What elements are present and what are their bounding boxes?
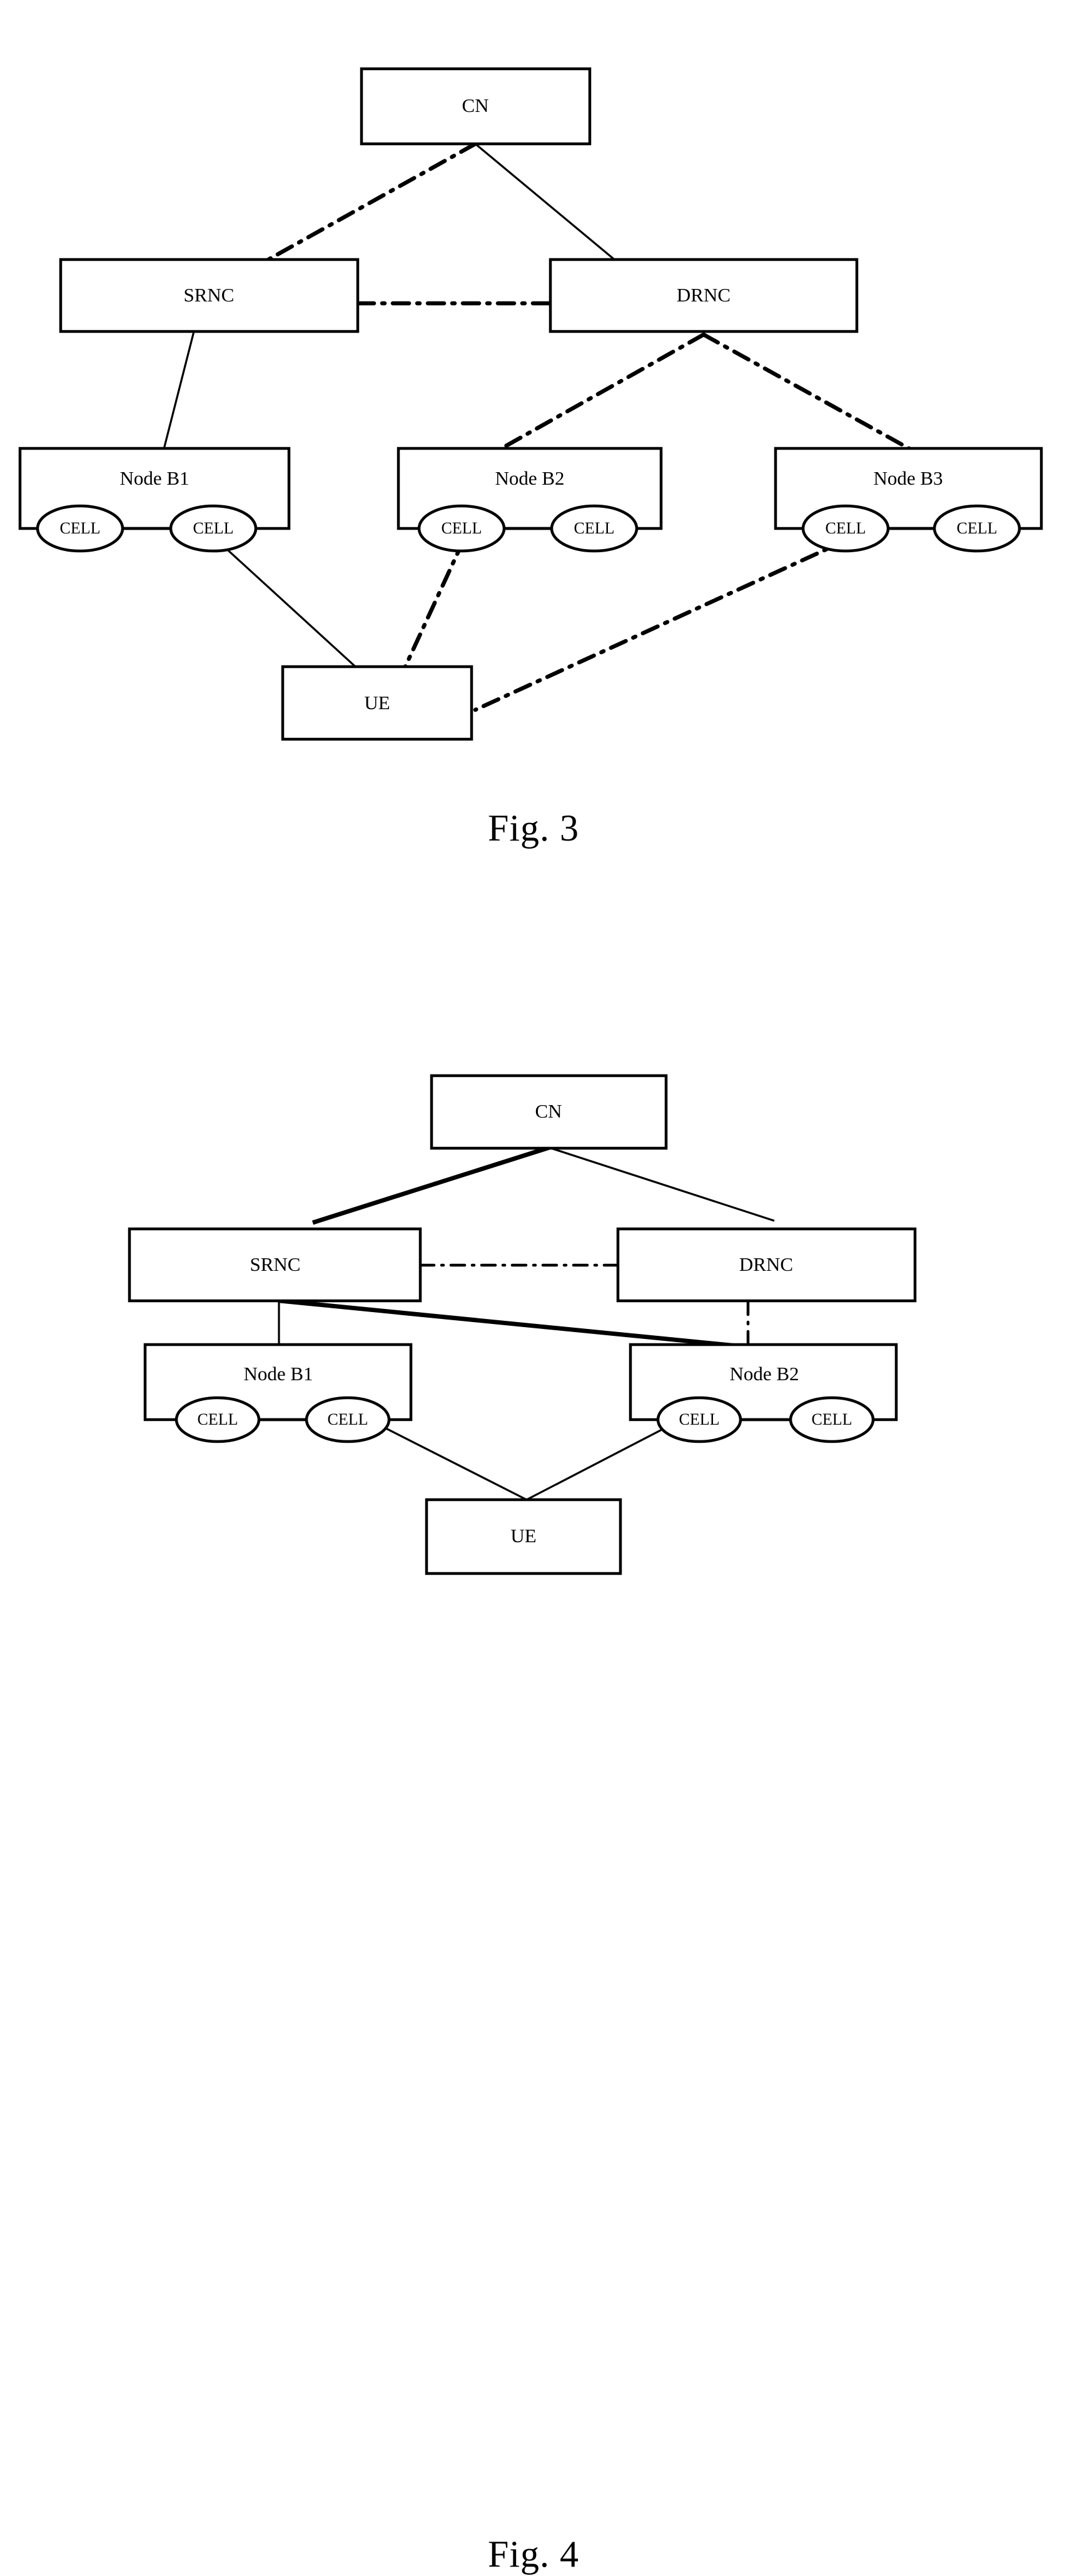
- link-nodeb1cell-ue: [215, 538, 377, 686]
- node-ue-label: UE: [364, 692, 390, 714]
- node-cn[interactable]: CN: [430, 1074, 668, 1150]
- node-drnc[interactable]: DRNC: [549, 258, 859, 333]
- cell-b2-right-label: CELL: [574, 519, 615, 537]
- cell-b3-right[interactable]: CELL: [933, 504, 1021, 553]
- cell-b3-left[interactable]: CELL: [801, 504, 890, 553]
- node-drnc-label: DRNC: [677, 284, 731, 306]
- cell-b1-left[interactable]: CELL: [174, 1396, 261, 1443]
- figure-3: CN SRNC DRNC Node B1 CELL CELL Node B2 C…: [0, 0, 1067, 913]
- node-b3[interactable]: Node B3 CELL CELL: [774, 447, 1043, 553]
- cell-b2-right[interactable]: CELL: [789, 1396, 875, 1443]
- figure-3-caption: Fig. 3: [487, 807, 580, 849]
- node-cn-label: CN: [462, 94, 488, 116]
- node-srnc[interactable]: SRNC: [59, 258, 360, 333]
- node-b1-label: Node B1: [243, 1363, 313, 1385]
- cell-b1-right[interactable]: CELL: [305, 1396, 391, 1443]
- cell-b3-left-label: CELL: [826, 519, 866, 537]
- cell-b2-left-label: CELL: [442, 519, 482, 537]
- cell-b1-left[interactable]: CELL: [36, 504, 124, 553]
- patent-drawing-page: CN SRNC DRNC Node B1 CELL CELL Node B2 C…: [0, 0, 1067, 2575]
- link-drnc-nodeb3: [701, 332, 913, 452]
- link-cn-srnc: [311, 1145, 550, 1225]
- cell-b1-right[interactable]: CELL: [169, 504, 258, 553]
- node-b3-label: Node B3: [873, 467, 943, 489]
- link-cn-drnc: [549, 1146, 775, 1222]
- node-srnc[interactable]: SRNC: [128, 1227, 422, 1303]
- cell-b1-left-label: CELL: [198, 1410, 238, 1428]
- cell-b1-right-label: CELL: [193, 519, 234, 537]
- cell-b2-left[interactable]: CELL: [417, 504, 506, 553]
- node-b1-label: Node B1: [119, 467, 189, 489]
- node-srnc-label: SRNC: [250, 1253, 301, 1275]
- node-cn-label: CN: [535, 1100, 562, 1122]
- node-drnc-label: DRNC: [739, 1253, 793, 1275]
- node-b1[interactable]: Node B1 CELL CELL: [143, 1343, 413, 1443]
- node-b2-label: Node B2: [495, 467, 564, 489]
- cell-b2-left-label: CELL: [679, 1410, 720, 1428]
- node-ue-label: UE: [510, 1525, 536, 1547]
- link-cn-drnc: [474, 143, 633, 275]
- node-srnc-label: SRNC: [184, 284, 235, 306]
- link-drnc-nodeb2: [498, 332, 706, 452]
- node-b2-label: Node B2: [729, 1363, 799, 1385]
- cell-b2-right-label: CELL: [812, 1410, 852, 1428]
- cell-b1-left-label: CELL: [60, 519, 101, 537]
- figure-4-diagram: CN SRNC DRNC Node B1 CELL CELL Node B2 C…: [128, 1074, 917, 1575]
- cell-b2-left[interactable]: CELL: [656, 1396, 742, 1443]
- node-ue[interactable]: UE: [281, 665, 473, 741]
- node-b2[interactable]: Node B2 CELL CELL: [397, 447, 663, 553]
- node-drnc[interactable]: DRNC: [616, 1227, 917, 1303]
- node-cn[interactable]: CN: [360, 67, 592, 146]
- node-ue[interactable]: UE: [425, 1498, 622, 1575]
- figure-4-caption: Fig. 4: [487, 2533, 580, 2575]
- node-b2[interactable]: Node B2 CELL CELL: [629, 1343, 898, 1443]
- node-b1[interactable]: Node B1 CELL CELL: [18, 447, 291, 553]
- cell-b1-right-label: CELL: [328, 1410, 368, 1428]
- link-nodeb3cell-ue: [473, 537, 851, 712]
- link-srnc-nodeb2: [280, 1298, 737, 1348]
- cell-b3-right-label: CELL: [957, 519, 998, 537]
- link-srnc-nodeb1: [163, 331, 195, 450]
- figure-4: CN SRNC DRNC Node B1 CELL CELL Node B2 C…: [0, 913, 1067, 2575]
- figure-3-diagram: CN SRNC DRNC Node B1 CELL CELL Node B2 C…: [18, 67, 1043, 741]
- cell-b2-right[interactable]: CELL: [550, 504, 639, 553]
